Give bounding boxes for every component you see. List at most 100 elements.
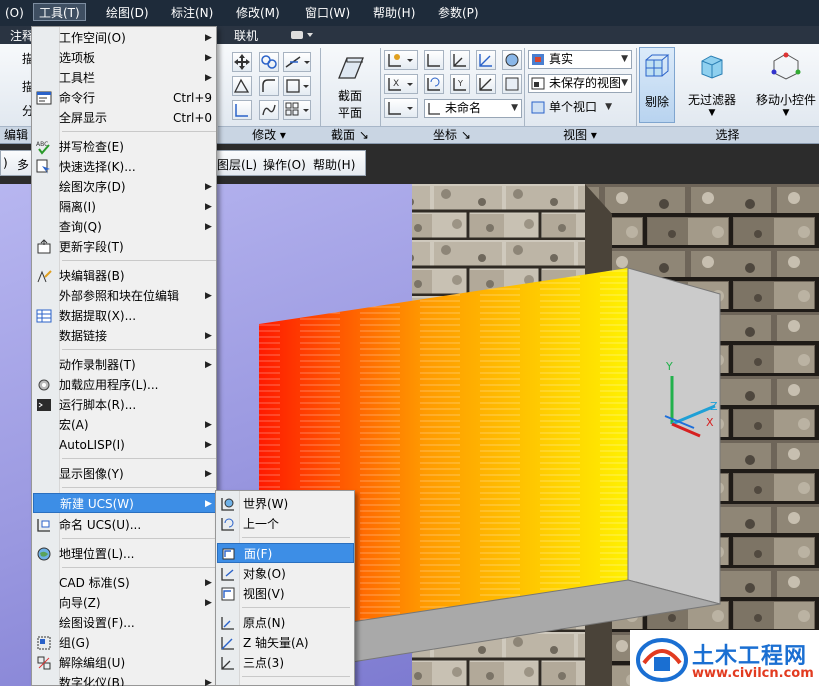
ucs-zaxis-icon — [221, 637, 234, 650]
array-tool-button[interactable] — [283, 100, 311, 120]
ucs-zaxis-ribbon-button[interactable] — [476, 74, 496, 94]
ucs-x-button[interactable]: X — [384, 74, 418, 94]
submenu-item-zaxis-vector[interactable]: Z 轴矢量(A) — [217, 633, 354, 653]
visual-style-value: 真实 — [549, 52, 574, 66]
section-plane-icon — [338, 57, 364, 79]
menu-item-geo-location[interactable]: 地理位置(L)... — [33, 544, 216, 564]
menubar-item-tools[interactable]: 工具(T) — [33, 3, 86, 21]
menu-item-isolate[interactable]: 隔离(I) ▶ — [33, 197, 216, 217]
rotate-tool-button[interactable] — [232, 76, 252, 96]
submenu-item-face[interactable]: 面(F) — [217, 543, 354, 563]
ucs-face-icon — [222, 548, 235, 560]
submenu-item-world[interactable]: 世界(W) — [217, 494, 354, 514]
submenu-item-previous[interactable]: 上一个 — [217, 514, 354, 534]
ucs-z-button[interactable] — [476, 50, 496, 70]
ucs-world-icon — [221, 498, 234, 511]
menu-item-draw-order[interactable]: 绘图次序(D) ▶ — [33, 177, 216, 197]
ucs-origin-button[interactable] — [384, 98, 418, 118]
run-script-icon — [37, 399, 51, 411]
submenu-item-object[interactable]: 对象(O) — [217, 564, 354, 584]
menu-item-load-application[interactable]: 加载应用程序(L)... — [33, 375, 216, 395]
copy-tool-button[interactable] — [259, 52, 279, 72]
fillet-tool-button[interactable] — [259, 76, 279, 96]
menu-item-new-ucs[interactable]: 新建 UCS(W) ▶ — [33, 493, 216, 513]
toolbar-item-layer[interactable]: 图层(L) — [217, 156, 257, 173]
menubar-item-draw[interactable]: 绘图(D) — [101, 4, 154, 22]
menu-item-named-ucs[interactable]: 命名 UCS(U)... — [33, 515, 216, 535]
menu-item-autolisp[interactable]: AutoLISP(I) ▶ — [33, 435, 216, 455]
submenu-arrow-icon: ▶ — [205, 222, 212, 232]
menu-item-spell-check[interactable]: ABC 拼写检查(E) — [33, 137, 216, 157]
scale-tool-button[interactable] — [283, 76, 311, 96]
menu-item-cad-standards[interactable]: CAD 标准(S) ▶ — [33, 573, 216, 593]
menubar-item-window[interactable]: 窗口(W) — [300, 4, 355, 22]
axis-label-x: X — [706, 416, 714, 429]
quick-select-icon — [36, 159, 50, 174]
section-plane-label-1: 截面 — [337, 89, 362, 103]
submenu-arrow-icon: ▶ — [205, 53, 212, 63]
visual-style-dropdown[interactable]: 真实 ▼ — [528, 50, 632, 69]
menubar-item-format[interactable]: (O) — [0, 4, 29, 22]
menu-item-macro[interactable]: 宏(A) ▶ — [33, 415, 216, 435]
ucs-3d-button[interactable] — [450, 50, 470, 70]
toolbar-item-help[interactable]: 帮助(H) — [313, 156, 355, 173]
menu-item-action-recorder[interactable]: 动作录制器(T) ▶ — [33, 355, 216, 375]
stretch-tool-button[interactable] — [259, 100, 279, 120]
menu-item-run-script[interactable]: 运行脚本(R)... — [33, 395, 216, 415]
menu-item-data-extraction[interactable]: 数据提取(X)... — [33, 306, 216, 326]
menu-item-ungroup[interactable]: 解除编组(U) — [33, 653, 216, 673]
ucs-prev-ribbon-button[interactable] — [424, 74, 444, 94]
mirror-tool-button[interactable] — [232, 100, 252, 120]
cull-button[interactable]: 剔除 — [639, 47, 675, 123]
menu-item-drafting-settings[interactable]: 绘图设置(F)... — [33, 613, 216, 633]
ucs-globe-button[interactable] — [502, 50, 522, 70]
trim-tool-button[interactable] — [283, 52, 311, 72]
menubar-item-dimension[interactable]: 标注(N) — [166, 4, 218, 22]
toolbar-item-multi[interactable]: 多 — [17, 156, 29, 173]
submenu-arrow-icon: ▶ — [205, 598, 212, 608]
menu-item-group[interactable]: 组(G) — [33, 633, 216, 653]
submenu-arrow-icon: ▶ — [205, 440, 212, 450]
tab-extra-icon[interactable] — [290, 28, 314, 45]
menu-item-palettes[interactable]: 选项板 ▶ — [33, 48, 216, 68]
menu-item-quick-select[interactable]: 快速选择(K)... — [33, 157, 216, 177]
menu-item-xref-inplace-edit[interactable]: 外部参照和块在位编辑 ▶ — [33, 286, 216, 306]
move-tool-button[interactable] — [232, 52, 252, 72]
chevron-down-icon: ▼ — [782, 108, 790, 118]
menubar-item-modify[interactable]: 修改(M) — [231, 4, 285, 22]
menu-item-wizards[interactable]: 向导(Z) ▶ — [33, 593, 216, 613]
submenu-item-view[interactable]: 视图(V) — [217, 584, 354, 604]
menubar-item-help[interactable]: 帮助(H) — [368, 4, 420, 22]
ucs-name-dropdown[interactable]: 未命名 ▼ — [424, 99, 522, 118]
ucs-y-button[interactable]: Y — [450, 74, 470, 94]
menu-item-inquiry[interactable]: 查询(Q) ▶ — [33, 217, 216, 237]
menu-item-workspace[interactable]: 工作空间(O) ▶ — [33, 28, 216, 48]
menu-item-command-line[interactable]: 命令行 Ctrl+9 — [33, 88, 216, 108]
visual-style-icon — [532, 54, 544, 65]
move-gizmo-button[interactable]: 移动小控件 ▼ — [750, 52, 819, 118]
submenu-item-three-point[interactable]: 三点(3) — [217, 653, 354, 673]
viewport-dropdown[interactable]: 单个视口 ▼ — [528, 98, 616, 117]
menu-item-update-field[interactable]: 更新字段(T) — [33, 237, 216, 257]
toolbar-item-operation[interactable]: 操作(O) — [263, 156, 306, 173]
data-extract-icon — [36, 309, 52, 323]
array-icon — [285, 102, 309, 116]
ucs-view-ribbon-button[interactable] — [502, 74, 522, 94]
toolbar-divider-icon: ) — [3, 156, 8, 170]
ucs-button[interactable] — [384, 50, 418, 70]
menu-item-toolbars[interactable]: 工具栏 ▶ — [33, 68, 216, 88]
menu-item-display-image[interactable]: 显示图像(Y) ▶ — [33, 464, 216, 484]
menu-item-fullscreen[interactable]: 全屏显示 Ctrl+0 — [33, 108, 216, 128]
section-plane-button[interactable]: 截面 平面 — [325, 52, 375, 121]
menu-item-block-editor[interactable]: 块编辑器(B) — [33, 266, 216, 286]
menu-item-digitizer[interactable]: 数字化仪(B) ▶ — [33, 673, 216, 686]
submenu-item-origin[interactable]: 原点(N) — [217, 613, 354, 633]
saved-view-dropdown[interactable]: 未保存的视图 ▼ — [528, 74, 632, 93]
geo-location-icon — [37, 547, 51, 561]
menu-item-data-link[interactable]: 数据链接 ▶ — [33, 326, 216, 346]
tab-online[interactable]: 联机 — [234, 27, 258, 44]
ucs-world-ribbon-button[interactable] — [424, 50, 444, 70]
watermark-url: www.civilcn.com — [692, 666, 814, 681]
no-filter-button[interactable]: 无过滤器 ▼ — [680, 52, 744, 118]
menubar-item-parametric[interactable]: 参数(P) — [433, 4, 484, 22]
